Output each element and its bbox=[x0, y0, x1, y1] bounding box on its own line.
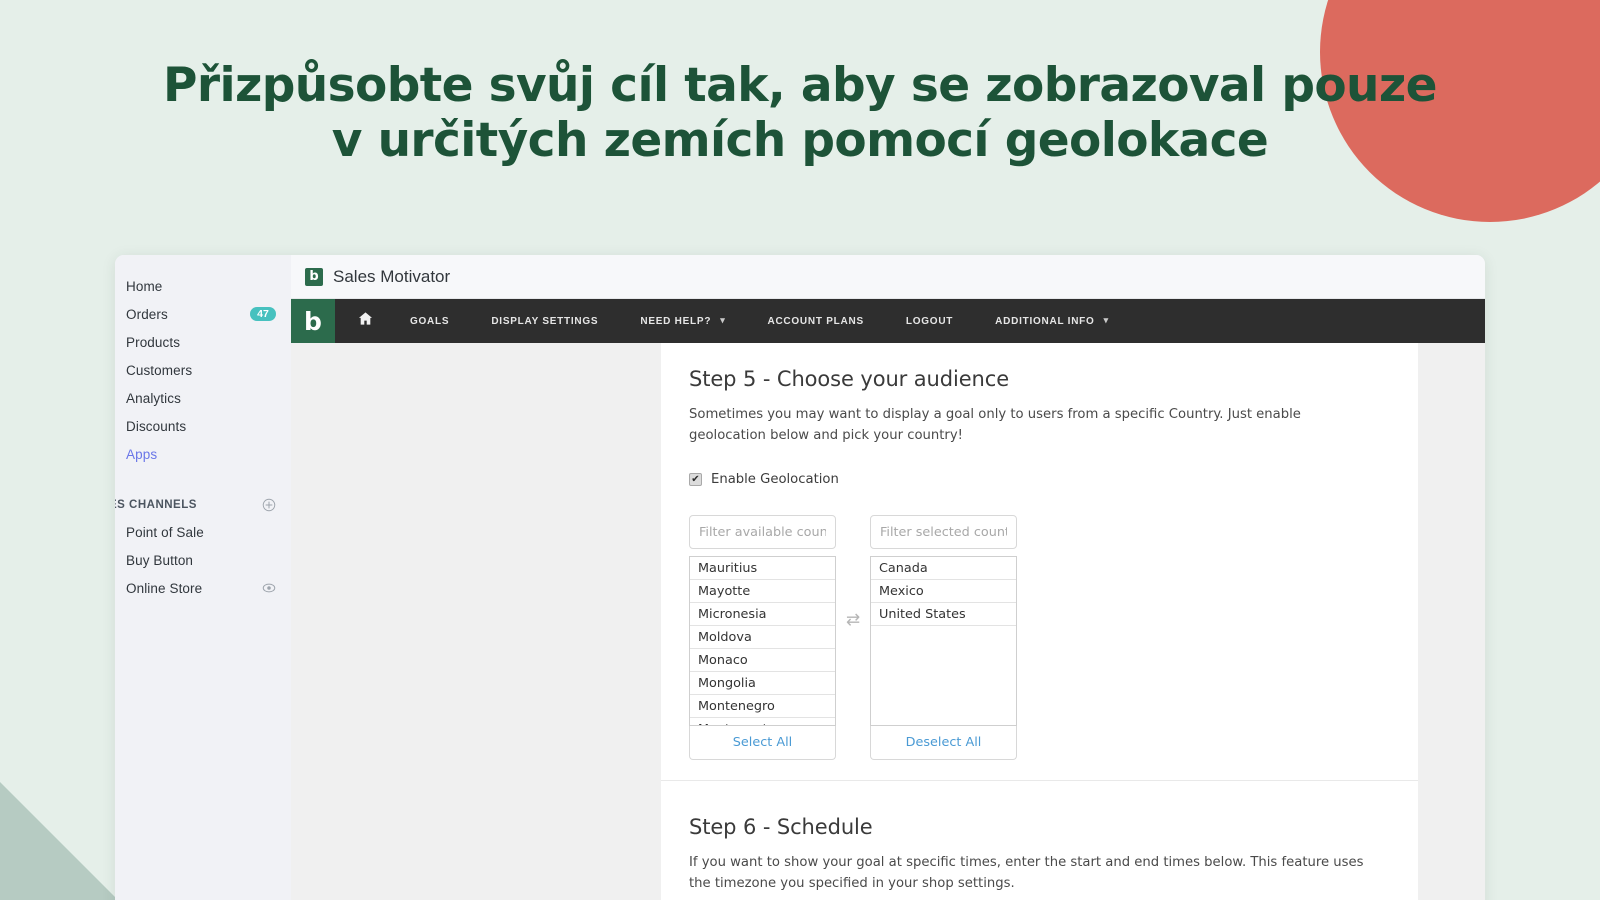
sales-motivator-logo-icon: b bbox=[305, 267, 323, 286]
step-5-section: Step 5 - Choose your audience Sometimes … bbox=[661, 343, 1418, 761]
sidebar-item-label: Point of Sale bbox=[126, 524, 204, 540]
filter-available-countries-input[interactable] bbox=[689, 515, 836, 550]
list-item[interactable]: Mayotte bbox=[690, 580, 835, 604]
enable-geolocation-row[interactable]: ✔ Enable Geolocation bbox=[689, 472, 1390, 487]
filter-selected-countries-input[interactable] bbox=[870, 515, 1017, 550]
sidebar-item-buy-button[interactable]: Buy Button bbox=[115, 546, 291, 574]
nav-item-label: NEED HELP? bbox=[640, 315, 712, 327]
enable-geolocation-label: Enable Geolocation bbox=[711, 472, 839, 488]
list-item[interactable]: Micronesia bbox=[690, 603, 835, 627]
select-all-button[interactable]: Select All bbox=[689, 726, 836, 761]
list-item[interactable]: Montserrat bbox=[690, 718, 835, 725]
list-item[interactable]: Moldova bbox=[690, 626, 835, 650]
app-title-bar: b Sales Motivator bbox=[291, 255, 1485, 299]
sidebar-item-label: Apps bbox=[126, 446, 158, 462]
nav-item-label: ACCOUNT PLANS bbox=[767, 315, 864, 327]
sidebar-item-label: Buy Button bbox=[126, 552, 194, 568]
sidebar-item-label: Orders bbox=[126, 306, 168, 322]
sidebar-item-discounts[interactable]: Discounts bbox=[115, 412, 291, 440]
available-countries-column: Mauritius Mayotte Micronesia Moldova Mon… bbox=[689, 515, 836, 761]
sidebar-item-label: Customers bbox=[126, 362, 193, 378]
app-title: Sales Motivator bbox=[333, 266, 451, 286]
decorative-triangle bbox=[0, 782, 118, 900]
app-window: Home Orders 47 Products Customers Analyt… bbox=[115, 255, 1485, 900]
page-title: Přizpůsobte svůj cíl tak, aby se zobrazo… bbox=[0, 58, 1600, 169]
available-countries-listbox[interactable]: Mauritius Mayotte Micronesia Moldova Mon… bbox=[689, 556, 836, 727]
list-item[interactable]: Mexico bbox=[871, 580, 1016, 604]
swap-arrows-icon[interactable]: ⇄ bbox=[836, 610, 870, 630]
list-item[interactable]: Mongolia bbox=[690, 672, 835, 696]
step-6-title: Step 6 - Schedule bbox=[689, 815, 873, 840]
chevron-down-icon: ▾ bbox=[720, 314, 726, 325]
sidebar-item-label: Products bbox=[126, 334, 181, 350]
page-title-line-1: Přizpůsobte svůj cíl tak, aby se zobrazo… bbox=[163, 58, 1438, 113]
step-5-title: Step 5 - Choose your audience bbox=[689, 367, 1010, 391]
page-body: Step 5 - Choose your audience Sometimes … bbox=[291, 343, 1485, 900]
nav-item-need-help[interactable]: NEED HELP? ▾ bbox=[640, 314, 726, 327]
selected-countries-column: Canada Mexico United States Deselect All bbox=[870, 515, 1017, 761]
sidebar-item-apps[interactable]: Apps bbox=[115, 440, 291, 468]
nav-item-label: DISPLAY SETTINGS bbox=[491, 315, 599, 327]
sidebar-section-label: ES CHANNELS bbox=[115, 499, 197, 511]
nav-item-additional-info[interactable]: ADDITIONAL INFO ▾ bbox=[995, 314, 1109, 327]
sidebar-item-products[interactable]: Products bbox=[115, 328, 291, 356]
app-content-area: b Sales Motivator b GOALS DISPLAY SETTIN… bbox=[291, 255, 1485, 900]
nav-item-label: GOALS bbox=[410, 315, 450, 327]
navbar-brand-logo-icon[interactable]: b bbox=[291, 299, 335, 343]
navbar-items: GOALS DISPLAY SETTINGS NEED HELP? ▾ ACCO… bbox=[335, 299, 1151, 343]
sidebar: Home Orders 47 Products Customers Analyt… bbox=[115, 255, 291, 900]
sidebar-item-online-store[interactable]: Online Store bbox=[115, 574, 291, 602]
sidebar-item-orders[interactable]: Orders 47 bbox=[115, 300, 291, 328]
list-item[interactable]: Monaco bbox=[690, 649, 835, 673]
sidebar-item-customers[interactable]: Customers bbox=[115, 356, 291, 384]
sidebar-item-analytics[interactable]: Analytics bbox=[115, 384, 291, 412]
sidebar-item-label: Home bbox=[126, 278, 163, 294]
step-6-section: Step 6 - Schedule If you want to show yo… bbox=[661, 780, 1418, 894]
nav-item-label: LOGOUT bbox=[905, 315, 954, 327]
deselect-all-button[interactable]: Deselect All bbox=[870, 726, 1017, 761]
orders-count-badge: 47 bbox=[250, 307, 276, 321]
chevron-down-icon: ▾ bbox=[1103, 314, 1109, 325]
list-item[interactable]: Canada bbox=[871, 557, 1016, 581]
sidebar-section-sales-channels: ES CHANNELS bbox=[115, 492, 291, 518]
sidebar-item-label: Online Store bbox=[126, 580, 203, 596]
eye-icon[interactable] bbox=[262, 581, 276, 595]
nav-item-home[interactable] bbox=[357, 310, 374, 332]
sidebar-item-label: Analytics bbox=[126, 390, 181, 406]
selected-countries-listbox[interactable]: Canada Mexico United States bbox=[870, 556, 1017, 727]
list-item[interactable]: Mauritius bbox=[690, 557, 835, 581]
nav-item-display-settings[interactable]: DISPLAY SETTINGS bbox=[491, 316, 598, 327]
nav-item-logout[interactable]: LOGOUT bbox=[906, 316, 953, 327]
nav-item-label: ADDITIONAL INFO bbox=[995, 315, 1095, 327]
list-item[interactable]: United States bbox=[871, 603, 1016, 627]
page-title-line-2: v určitých zemích pomocí geolokace bbox=[331, 113, 1269, 169]
app-navbar: b GOALS DISPLAY SETTINGS NEED HELP? ▾ AC… bbox=[291, 299, 1485, 343]
step-6-description: If you want to show your goal at specifi… bbox=[689, 855, 1364, 891]
plus-circle-icon[interactable] bbox=[262, 498, 276, 512]
country-dual-list: Mauritius Mayotte Micronesia Moldova Mon… bbox=[689, 515, 1390, 761]
sidebar-item-point-of-sale[interactable]: Point of Sale bbox=[115, 518, 291, 546]
enable-geolocation-checkbox[interactable]: ✔ bbox=[689, 473, 702, 487]
home-icon bbox=[357, 310, 374, 332]
wizard-card: Step 5 - Choose your audience Sometimes … bbox=[661, 343, 1418, 900]
sidebar-item-label: Discounts bbox=[126, 418, 187, 434]
list-item[interactable]: Montenegro bbox=[690, 695, 835, 719]
nav-item-goals[interactable]: GOALS bbox=[410, 316, 449, 327]
nav-item-account-plans[interactable]: ACCOUNT PLANS bbox=[767, 316, 863, 327]
step-5-description: Sometimes you may want to display a goal… bbox=[689, 407, 1301, 443]
sidebar-item-home[interactable]: Home bbox=[115, 272, 291, 300]
